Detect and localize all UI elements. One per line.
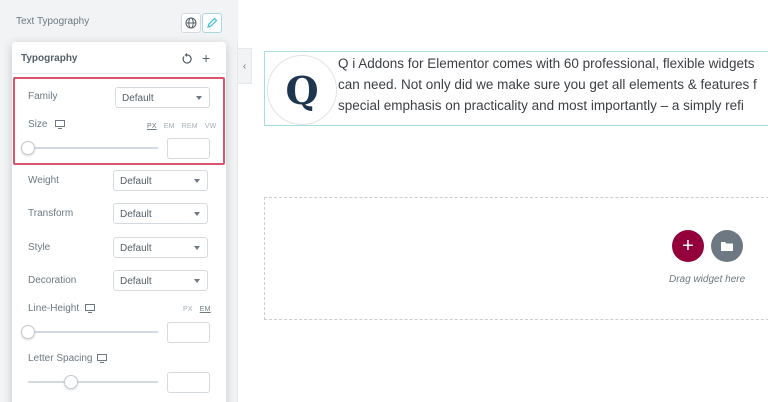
monitor-icon[interactable] <box>85 304 95 313</box>
style-select-value: Default <box>120 243 152 254</box>
drag-widget-hint: Drag widget here <box>669 274 746 285</box>
caret-down-icon <box>194 212 200 216</box>
transform-label: Transform <box>28 208 74 219</box>
caret-down-icon <box>194 279 200 283</box>
weight-label: Weight <box>28 175 59 186</box>
popover-title: Typography <box>21 53 78 64</box>
letter-spacing-slider-track[interactable] <box>28 381 158 383</box>
letter-spacing-label: Letter Spacing <box>28 353 93 364</box>
widget-text[interactable]: Q i Addons for Elementor comes with 60 p… <box>338 53 768 116</box>
unit-em[interactable]: EM <box>200 306 211 313</box>
text-line: special emphasis on practicality and mos… <box>338 98 744 113</box>
size-slider-track[interactable] <box>28 147 158 149</box>
globe-icon[interactable] <box>181 13 201 33</box>
add-icon[interactable]: + <box>202 51 210 65</box>
unit-px[interactable]: PX <box>147 123 157 130</box>
text-typography-label: Text Typography <box>16 16 90 27</box>
letter-spacing-input[interactable] <box>167 372 210 393</box>
decoration-label: Decoration <box>28 275 77 286</box>
logo-letter: Q <box>285 67 319 113</box>
text-line: can need. Not only did we make sure you … <box>338 77 757 92</box>
decoration-select[interactable]: Default <box>113 270 208 291</box>
family-label: Family <box>28 91 58 102</box>
unit-em[interactable]: EM <box>164 123 175 130</box>
transform-select-value: Default <box>120 209 152 220</box>
line-height-units: PX EM <box>176 306 211 313</box>
plus-icon: + <box>682 235 694 257</box>
caret-down-icon <box>194 246 200 250</box>
text-line: Q i Addons for Elementor comes with 60 p… <box>338 56 755 71</box>
line-height-slider-handle[interactable] <box>21 325 35 339</box>
line-height-label: Line-Height <box>28 303 80 314</box>
editor-root: Text Typography ‹ Typography + Family De… <box>0 0 768 402</box>
monitor-icon[interactable] <box>97 354 107 363</box>
weight-select-value: Default <box>120 176 152 187</box>
unit-px[interactable]: PX <box>183 306 193 313</box>
decoration-select-value: Default <box>120 276 152 287</box>
family-select[interactable]: Default <box>115 87 210 108</box>
weight-select[interactable]: Default <box>113 170 208 191</box>
unit-rem[interactable]: REM <box>182 123 198 130</box>
collapse-panel-button[interactable]: ‹ <box>238 48 252 84</box>
size-units: PX EM REM VW <box>140 123 217 130</box>
chevron-left-icon: ‹ <box>242 60 247 72</box>
unit-vw[interactable]: VW <box>205 123 217 130</box>
size-input[interactable] <box>167 138 210 159</box>
caret-down-icon <box>196 96 202 100</box>
family-select-value: Default <box>122 93 154 104</box>
pencil-icon[interactable] <box>202 13 222 33</box>
line-height-input[interactable] <box>167 322 210 343</box>
add-section-button[interactable]: + <box>672 230 704 262</box>
style-label: Style <box>28 242 51 253</box>
size-slider-handle[interactable] <box>21 141 35 155</box>
panel-header-row: Text Typography <box>0 0 238 42</box>
size-label: Size <box>28 119 48 130</box>
caret-down-icon <box>194 179 200 183</box>
folder-icon <box>721 242 733 251</box>
transform-select[interactable]: Default <box>113 203 208 224</box>
line-height-slider-track[interactable] <box>28 331 158 333</box>
popover-header: Typography + <box>12 42 226 74</box>
style-select[interactable]: Default <box>113 237 208 258</box>
monitor-icon[interactable] <box>55 120 65 129</box>
add-template-button[interactable] <box>711 230 743 262</box>
reset-icon[interactable] <box>181 53 193 65</box>
qi-logo: Q <box>267 55 337 125</box>
letter-spacing-slider-handle[interactable] <box>64 375 78 389</box>
